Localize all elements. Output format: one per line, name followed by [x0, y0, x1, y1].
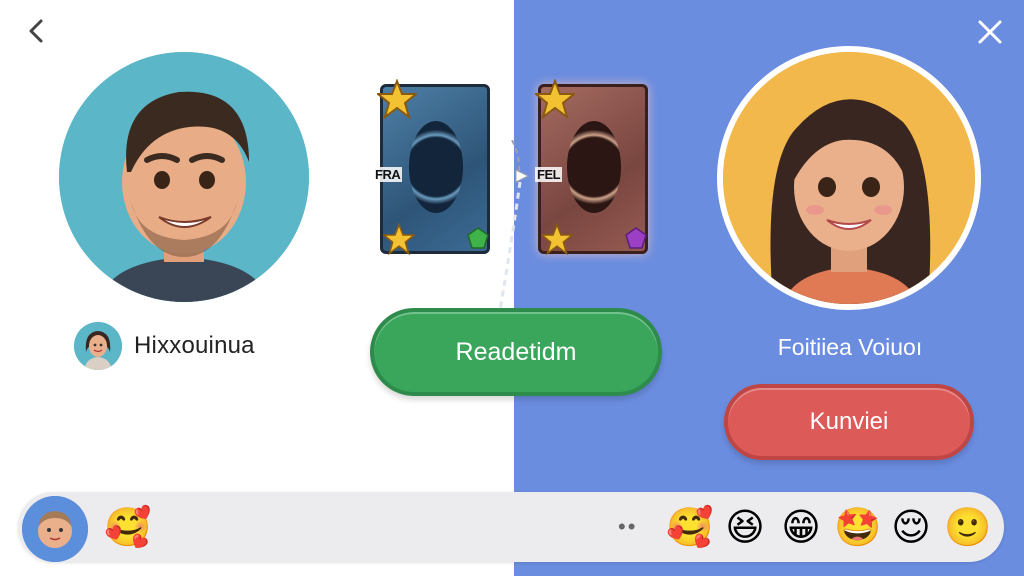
star-icon: [383, 223, 415, 255]
cancel-button[interactable]: Kunviei: [724, 384, 974, 460]
close-button[interactable]: [972, 14, 1008, 50]
opponent-card[interactable]: FEL: [535, 79, 648, 255]
green-gem-icon: [467, 227, 489, 249]
player-name: Hixxouinua: [134, 332, 255, 359]
star-icon: [535, 79, 575, 119]
chevron-left-icon: [29, 19, 43, 43]
player-info: Hixxouinua: [74, 322, 255, 370]
card-label: FEL: [535, 167, 563, 182]
emoji-button[interactable]: 😌: [888, 504, 934, 550]
more-emojis-icon[interactable]: ••: [618, 514, 637, 540]
star-icon: [377, 79, 417, 119]
swap-arrow-icon: [498, 140, 530, 311]
emoji-button[interactable]: 🤩: [834, 504, 881, 550]
back-button[interactable]: [20, 14, 54, 48]
opponent-avatar: [717, 46, 981, 310]
emoji-button[interactable]: 🥰: [666, 504, 713, 550]
close-icon: [978, 20, 1002, 44]
purple-gem-icon: [625, 227, 647, 249]
emoji-button[interactable]: 🙂: [944, 504, 991, 550]
star-icon: [541, 223, 573, 255]
emoji-button[interactable]: 😁: [778, 504, 824, 550]
chat-avatar-button[interactable]: [22, 496, 88, 562]
card-emblem: [567, 121, 621, 213]
cancel-button-label: Kunviei: [809, 408, 889, 435]
emoji-button[interactable]: 🥰: [104, 504, 151, 550]
player-avatar-small: [74, 322, 122, 370]
card-label: FRA: [373, 167, 403, 182]
ready-button-label: Readetidm: [455, 337, 577, 366]
card-emblem: [409, 121, 463, 213]
emoji-button[interactable]: 😆: [722, 504, 768, 550]
player-card[interactable]: FRA: [373, 79, 490, 255]
opponent-name: Foitiiea Voiuoı: [777, 334, 923, 360]
player-avatar: [59, 52, 309, 302]
ready-button[interactable]: Readetidm: [370, 308, 662, 396]
